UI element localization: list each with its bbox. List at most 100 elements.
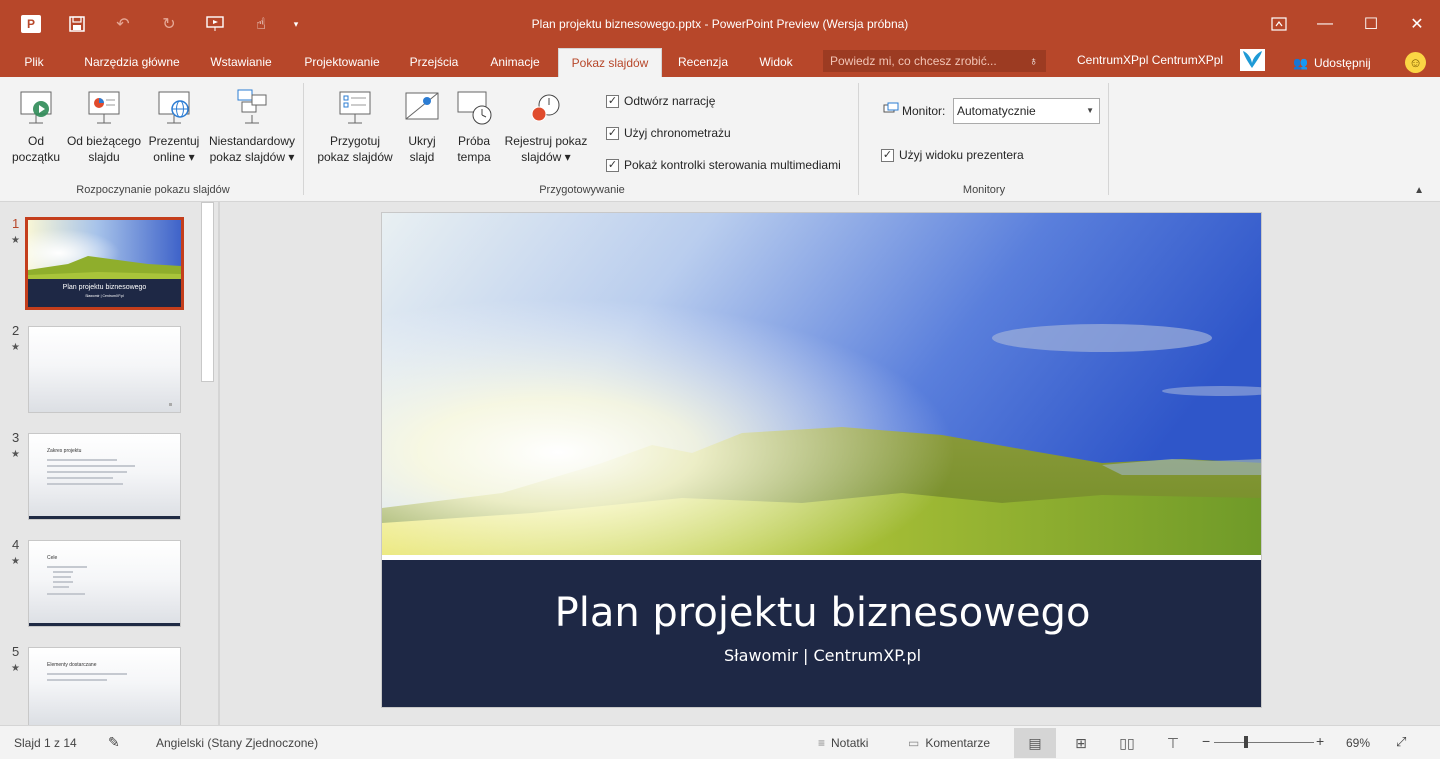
animation-star-icon: ★ [11,235,20,246]
presenter-view-checkbox[interactable]: ✓ Użyj widoku prezentera [881,148,1024,162]
thumbnail-number: 5 [12,644,20,659]
close-icon[interactable]: ✕ [1394,0,1440,48]
record-slideshow-label-2: slajdów ▾ [521,150,571,164]
monitor-select[interactable]: Automatycznie ▼ [953,98,1100,124]
from-beginning-button[interactable]: Od początku [8,87,64,165]
slideshow-view-icon[interactable]: ⊤ [1152,728,1194,758]
tab-insert[interactable]: Wstawianie [200,48,282,77]
slide-sorter-view-icon[interactable]: ⊞ [1060,728,1102,758]
language-indicator[interactable]: Angielski (Stany Zjednoczone) [156,736,318,750]
zoom-slider[interactable] [1214,742,1314,743]
tab-review[interactable]: Recenzja [668,48,738,77]
normal-view-icon[interactable]: ▤ [1014,728,1056,758]
animation-star-icon: ★ [11,556,20,567]
show-media-controls-checkbox[interactable]: ✓ Pokaż kontrolki sterowania multimediami [606,158,841,172]
monitor-icon [883,102,899,119]
reading-view-icon[interactable]: ▯▯ [1106,728,1148,758]
thumbnail-number: 3 [12,430,20,445]
tab-file[interactable]: Plik [8,48,60,77]
present-online-button[interactable]: Prezentuj online ▾ [146,87,202,165]
status-bar: Slajd 1 z 14 ✎ Angielski (Stany Zjednocz… [0,725,1440,759]
slide-thumbnail-3[interactable]: Zakres projektu [28,433,181,520]
from-current-button[interactable]: Od bieżącego slajdu [66,87,142,165]
record-slideshow-button[interactable]: Rejestruj pokaz slajdów ▾ [504,87,588,165]
minimize-icon[interactable]: — [1302,0,1348,48]
thumbnail-title: Cele [47,555,58,561]
use-timings-checkbox[interactable]: ✓ Użyj chronometrażu [606,126,731,140]
from-current-label-2: slajdu [88,150,120,164]
zoom-slider-thumb[interactable] [1244,736,1248,748]
people-icon: 👥 [1293,56,1308,70]
slide-title[interactable]: Plan projektu biznesowego [382,590,1261,636]
thumbnail-number: 2 [12,323,20,338]
setup-slideshow-icon [336,87,374,127]
current-slide[interactable]: Plan projektu biznesowego Sławomir | Cen… [381,212,1262,708]
zoom-level[interactable]: 69% [1346,736,1370,750]
thumbnail-text-line [47,483,123,485]
presenter-view-label: Użyj widoku prezentera [899,148,1024,162]
checkbox-icon: ✓ [881,148,894,162]
zoom-out-icon[interactable]: − [1202,733,1210,749]
animation-star-icon: ★ [11,342,20,353]
tab-slideshow[interactable]: Pokaz slajdów [558,48,662,77]
checkbox-icon: ✓ [606,94,619,108]
fit-to-window-icon[interactable]: ⤢ [1396,734,1406,750]
thumbnail-footer-bar [29,623,180,626]
zoom-in-icon[interactable]: + [1316,733,1324,749]
share-button[interactable]: 👥 Udostępnij [1293,56,1371,70]
rehearse-timings-button[interactable]: Próba tempa [450,87,498,165]
thumbnail-text-line [47,465,135,467]
thumbnail-text-line [53,576,71,578]
slide-thumbnail-5[interactable]: Elementy dostarczane [28,647,181,725]
collapse-ribbon-icon[interactable]: ▲ [1414,185,1424,196]
monitor-label: Monitor: [902,103,946,118]
thumbnail-title: Plan projektu biznesowego [62,284,147,291]
thumbnail-title: Zakres projektu [47,448,82,454]
show-media-controls-label: Pokaż kontrolki sterowania multimediami [624,158,841,172]
present-online-label-2: online ▾ [153,150,195,164]
group-separator [858,83,859,195]
avatar[interactable] [1240,49,1265,71]
feedback-smiley-icon[interactable]: ☺ [1405,52,1426,73]
slide-thumbnail-2[interactable] [28,326,181,413]
tell-me-placeholder: Powiedz mi, co chcesz zrobić... [830,54,997,68]
tab-transitions[interactable]: Przejścia [400,48,468,77]
setup-slideshow-button[interactable]: Przygotuj pokaz slajdów [314,87,396,165]
from-beginning-icon [17,87,55,127]
thumbnail-text-line [53,571,73,573]
slide-subtitle[interactable]: Sławomir | CentrumXP.pl [382,646,1261,665]
checkbox-icon: ✓ [606,126,619,140]
maximize-icon[interactable]: ☐ [1348,0,1394,48]
custom-slideshow-label-1: Niestandardowy [208,134,296,148]
thumbnail-scrollbar[interactable] [200,202,215,725]
user-name[interactable]: CentrumXPpl CentrumXPpl [1077,53,1223,67]
notes-button[interactable]: ≡ Notatki [818,736,868,750]
tell-me-search[interactable]: Powiedz mi, co chcesz zrobić... ♁ [823,50,1046,72]
comments-label: Komentarze [925,736,991,750]
thumbnail-text-line [47,459,117,461]
custom-slideshow-button[interactable]: Niestandardowy pokaz slajdów ▾ [206,87,298,165]
ribbon-display-icon[interactable] [1256,0,1302,48]
slide-thumbnail-4[interactable]: Cele [28,540,181,627]
slide-thumbnail-1[interactable]: Plan projektu biznesowego Sławomir | Cen… [25,217,184,310]
hide-slide-button[interactable]: Ukryj slajd [400,87,444,165]
from-beginning-label-1: Od [27,134,44,148]
spelling-check-icon[interactable]: ✎ [108,734,120,751]
thumbnail-text-line [47,673,127,675]
tab-home[interactable]: Narzędzia główne [70,48,194,77]
scrollbar-thumb[interactable] [201,202,214,382]
record-slideshow-icon [527,87,565,127]
thumbnail-title: Elementy dostarczane [47,662,97,668]
tab-design[interactable]: Projektowanie [292,48,392,77]
tab-animations[interactable]: Animacje [478,48,552,77]
thumbnail-text-line [47,477,113,479]
comments-button[interactable]: ▭ Komentarze [908,736,990,750]
tab-view[interactable]: Widok [748,48,804,77]
play-narrations-checkbox[interactable]: ✓ Odtwórz narrację [606,94,715,108]
animation-star-icon: ★ [11,663,20,674]
play-narrations-label: Odtwórz narrację [624,94,716,108]
use-timings-label: Użyj chronometrażu [624,126,731,140]
notes-label: Notatki [831,736,869,750]
thumbnail-mark [169,403,172,406]
slide-counter[interactable]: Slajd 1 z 14 [14,736,77,750]
